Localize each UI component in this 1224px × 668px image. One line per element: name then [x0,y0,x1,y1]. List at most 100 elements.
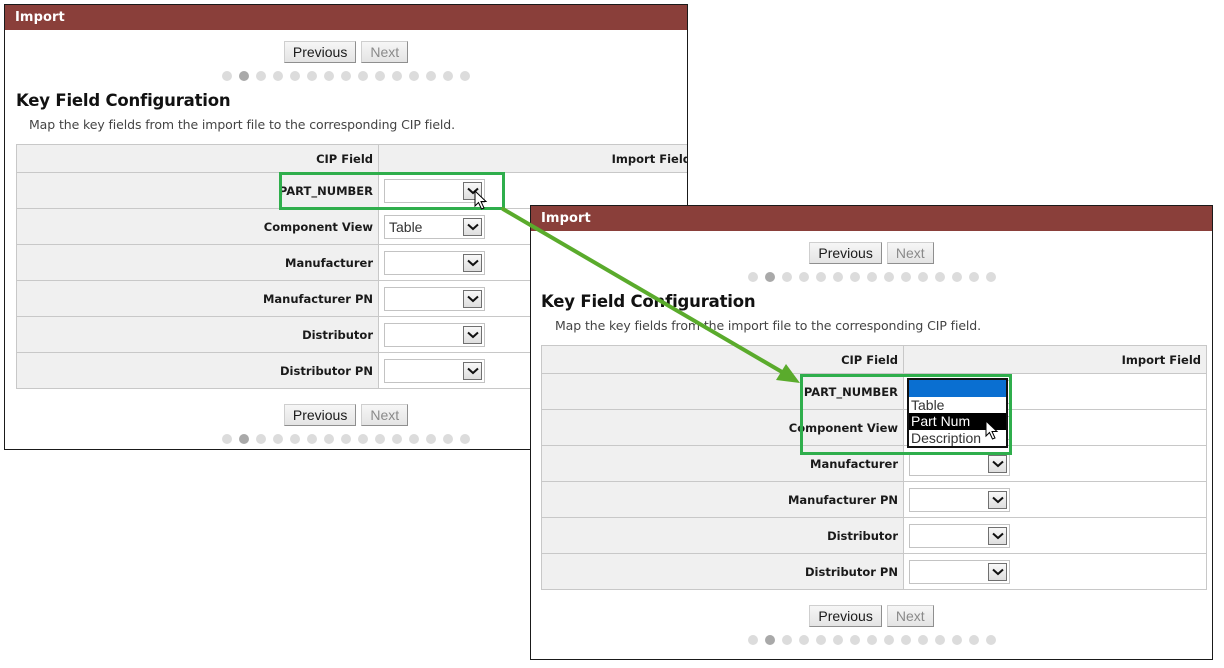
import-field-select[interactable] [384,178,485,203]
chevron-down-icon[interactable] [463,325,482,344]
section-subtitle: Map the key fields from the import file … [29,117,455,132]
dropdown-option[interactable]: Description [909,430,1006,447]
table-row: Manufacturer PN [541,481,1207,518]
step-dot [883,635,894,645]
import-field-select[interactable] [384,286,485,311]
previous-button[interactable]: Previous [809,605,882,627]
import-field-header: Import Field [378,144,687,173]
window-title: Import [531,206,1212,231]
previous-button[interactable]: Previous [809,242,882,264]
import-field-select[interactable] [384,250,485,275]
step-indicator [5,71,687,81]
import-field-select[interactable] [384,358,485,383]
previous-button[interactable]: Previous [283,41,357,63]
import-window-after: Import Previous Next Key Field Configura… [530,205,1213,660]
step-dot [900,635,911,645]
step-dot [341,71,351,81]
step-dot [341,434,351,444]
next-button[interactable]: Next [886,605,934,627]
top-nav: Previous Next [531,242,1212,282]
step-dot [392,434,402,444]
section-subtitle: Map the key fields from the import file … [555,318,981,333]
step-indicator [531,272,1212,282]
cip-field-header: CIP Field [541,345,904,374]
table-row: Manufacturer [541,445,1207,482]
import-field-select[interactable] [384,322,485,347]
chevron-down-icon[interactable] [463,217,482,236]
chevron-down-icon[interactable] [463,361,482,380]
section-title: Key Field Configuration [16,91,231,110]
chevron-down-icon[interactable] [988,562,1007,581]
step-dot [273,434,283,444]
step-dot [985,635,996,645]
import-field-cell [903,553,1207,590]
step-dot [866,272,877,282]
step-dot [358,71,368,81]
step-dot [222,71,232,81]
step-dot [409,434,419,444]
chevron-down-icon[interactable] [988,490,1007,509]
step-dot [832,272,843,282]
select-value: Table [389,218,423,235]
import-field-cell [903,445,1207,482]
step-dot [324,434,334,444]
chevron-down-icon[interactable] [463,289,482,308]
step-dot [426,71,436,81]
step-dot-current [239,71,249,81]
dropdown-option[interactable]: Part Num [909,413,1006,430]
step-dot [985,272,996,282]
chevron-down-icon[interactable] [463,253,482,272]
section-title: Key Field Configuration [541,292,756,311]
step-dot [849,272,860,282]
import-field-select[interactable] [909,487,1010,512]
step-dot [798,272,809,282]
step-dot [426,434,436,444]
top-nav: Previous Next [5,41,687,81]
table-row: PART_NUMBER [16,172,687,209]
step-dot [951,272,962,282]
import-field-select[interactable] [909,523,1010,548]
cip-field-label: Distributor PN [16,352,379,389]
step-dot [290,434,300,444]
step-dot [375,434,385,444]
step-dot [307,434,317,444]
step-dot [815,635,826,645]
cip-field-label: Distributor PN [541,553,904,590]
table-row: Distributor [541,517,1207,554]
step-dot [747,635,758,645]
table-row: Component ViewTable [541,409,1207,446]
step-dot [951,635,962,645]
step-dot [256,434,266,444]
step-dot [798,635,809,645]
step-dot [968,635,979,645]
step-dot [392,71,402,81]
step-dot [917,272,928,282]
cip-field-label: Manufacturer [541,445,904,482]
key-field-table: CIP Field Import Field PART_NUMBER Compon… [541,345,1207,590]
import-field-select[interactable] [909,451,1010,476]
step-dot [409,71,419,81]
chevron-down-icon[interactable] [988,526,1007,545]
step-dot [256,71,266,81]
import-field-cell [903,481,1207,518]
cip-field-label: Distributor [16,316,379,353]
import-field-select[interactable] [909,559,1010,584]
step-dot [375,71,385,81]
next-button[interactable]: Next [361,404,409,426]
dropdown-option[interactable] [909,380,1006,397]
chevron-down-icon[interactable] [988,454,1007,473]
next-button[interactable]: Next [886,242,934,264]
import-field-cell [378,172,687,209]
dropdown-option[interactable]: Table [909,397,1006,414]
step-dot [443,434,453,444]
previous-button[interactable]: Previous [283,404,357,426]
chevron-down-icon[interactable] [463,181,482,200]
next-button[interactable]: Next [361,41,409,63]
cip-field-label: Manufacturer PN [541,481,904,518]
step-dot [358,434,368,444]
import-field-select[interactable]: Table [384,214,485,239]
part-number-dropdown-list[interactable]: Table Part Num Description [907,378,1008,448]
step-dot [934,272,945,282]
step-dot [883,272,894,282]
step-dot [968,272,979,282]
